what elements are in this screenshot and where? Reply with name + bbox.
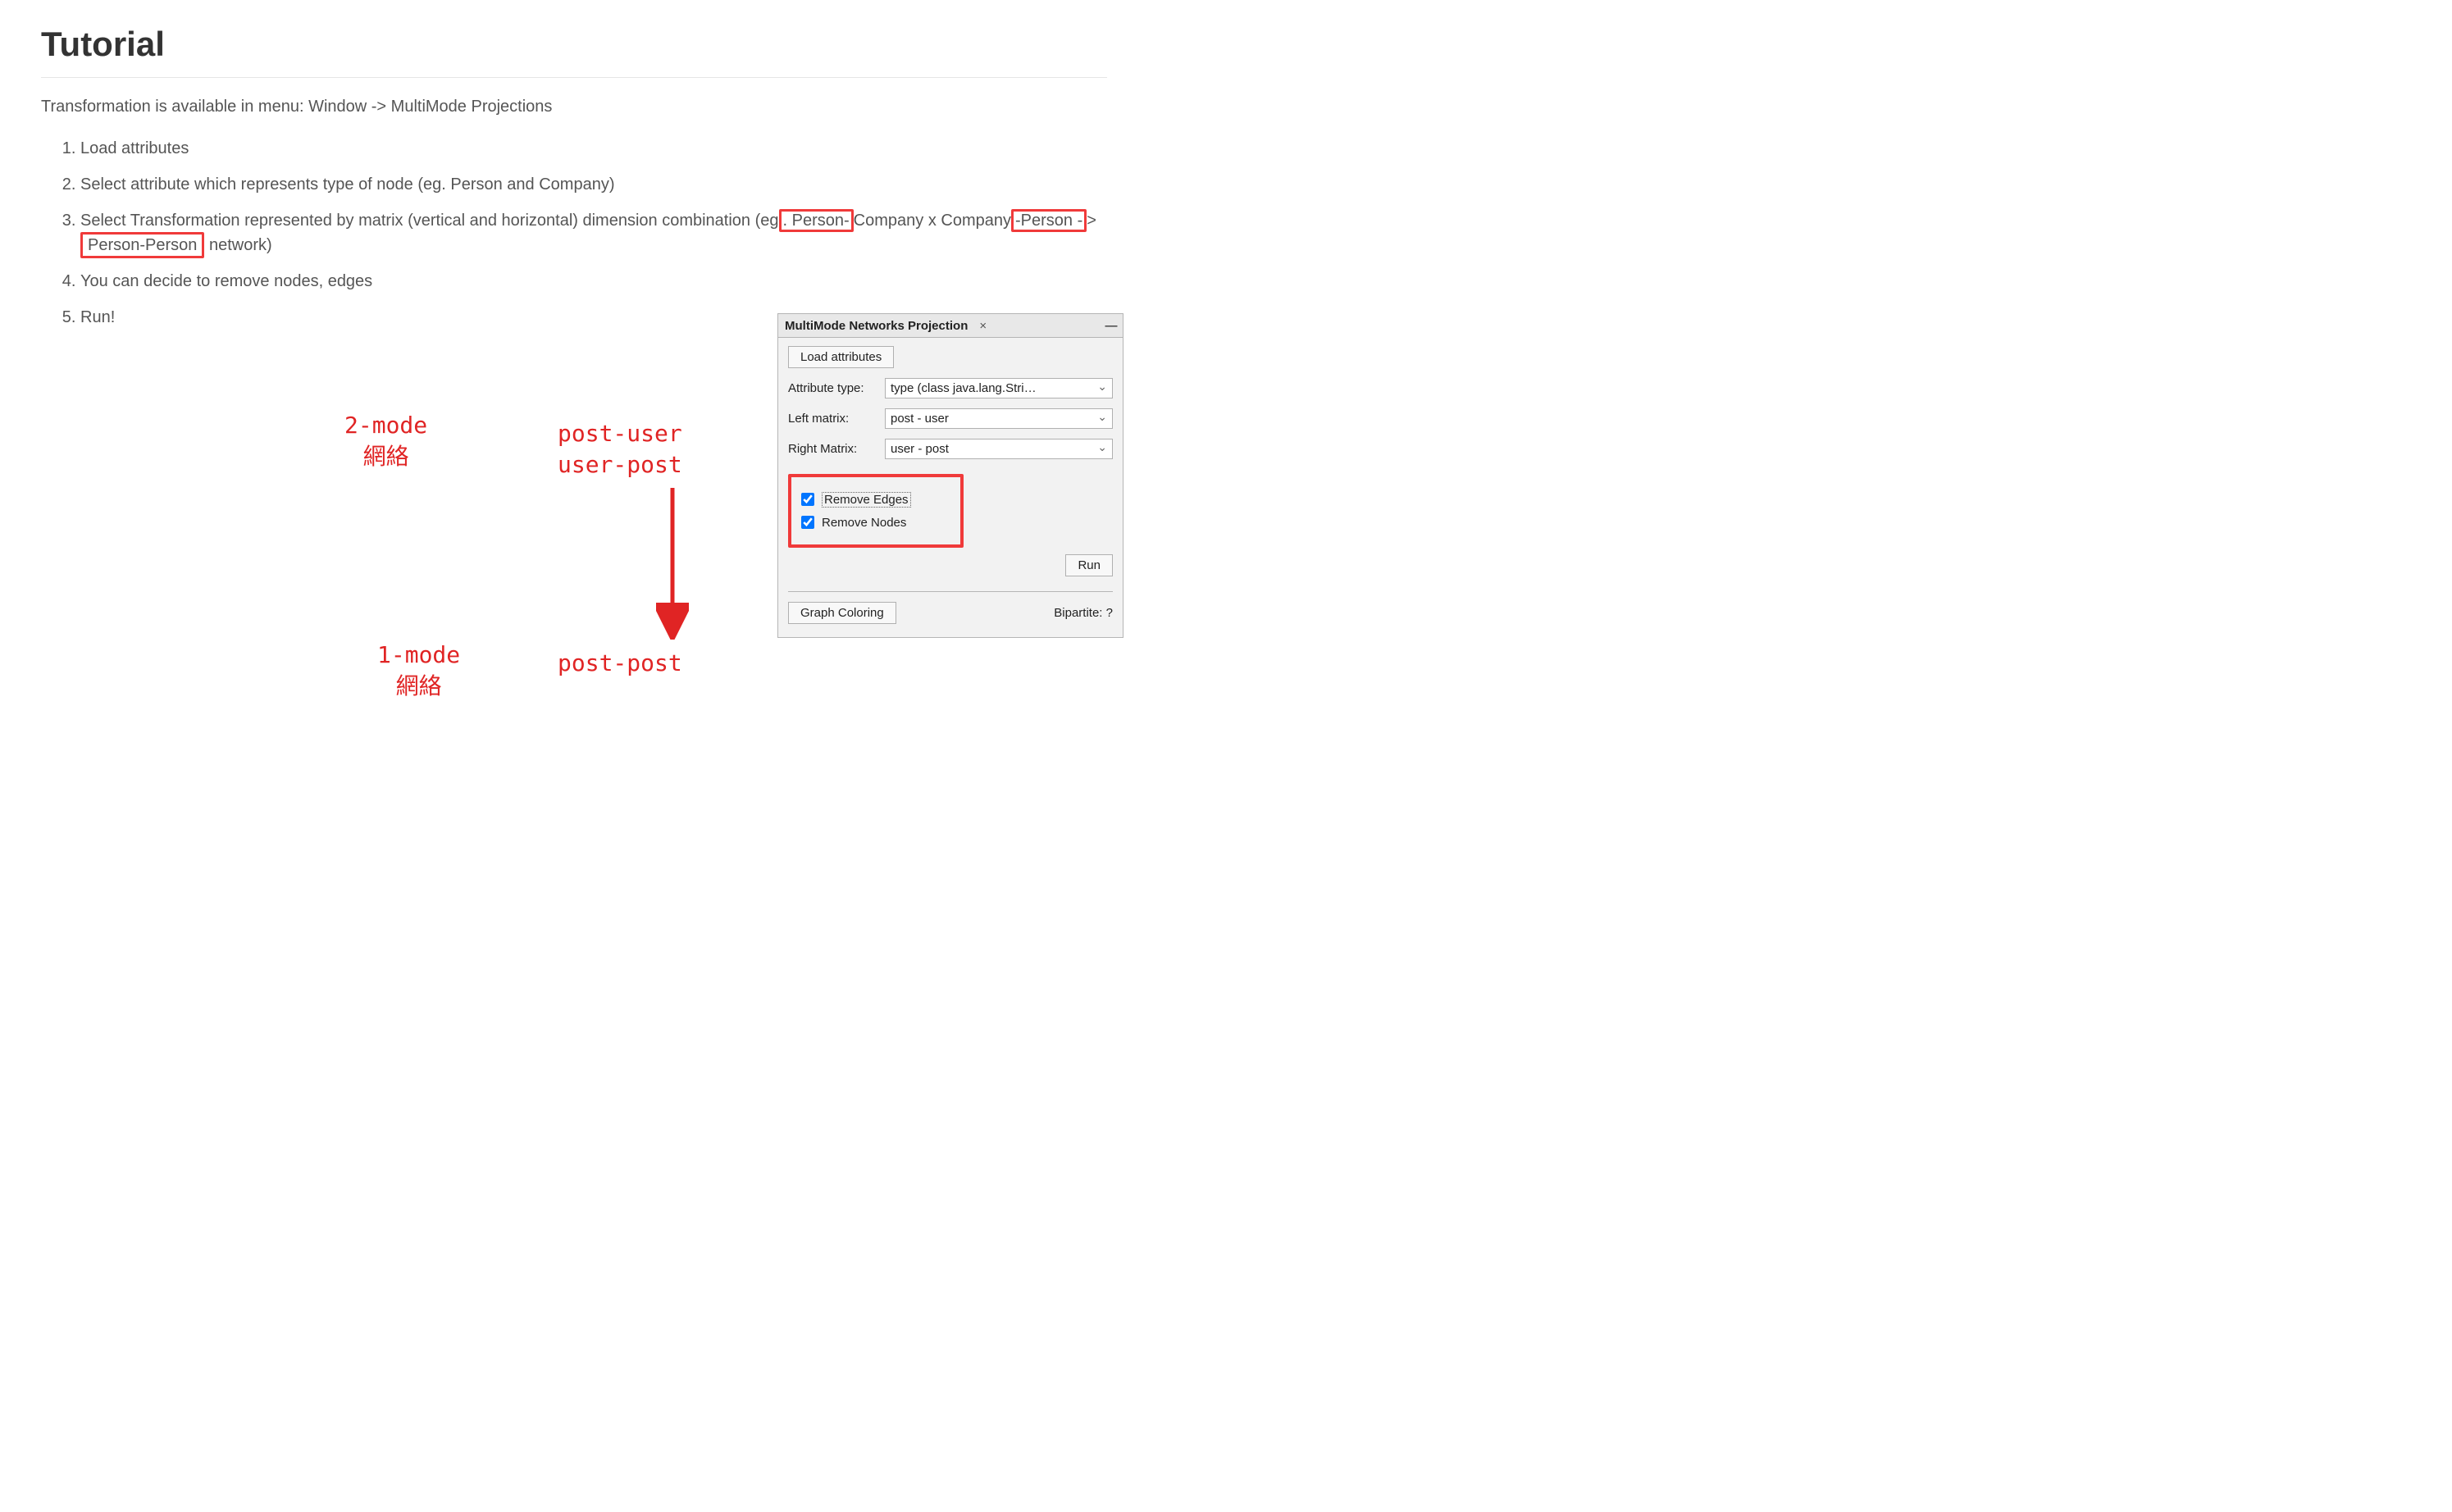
step-3-text-b: Company x Company — [854, 212, 1011, 230]
annotation-1mode: 1-mode 網絡 — [377, 640, 460, 702]
step-3: Select Transformation represented by mat… — [80, 208, 1107, 257]
highlight-person-2: -Person - — [1011, 209, 1087, 232]
annotation-2mode-line1: 2-mode — [344, 410, 427, 441]
multimode-panel: MultiMode Networks Projection × — Load a… — [777, 313, 1123, 638]
right-matrix-select[interactable]: user - post — [885, 439, 1113, 459]
annotation-1mode-line2: 網絡 — [377, 671, 460, 702]
remove-nodes-label: Remove Nodes — [822, 516, 906, 530]
bipartite-label: Bipartite: ? — [1054, 606, 1113, 620]
intro-text: Transformation is available in menu: Win… — [41, 98, 1107, 116]
highlight-person-1: . Person- — [779, 209, 854, 232]
annotation-postuser-line1: post-user — [558, 418, 682, 449]
step-3-arrow: > — [1087, 212, 1096, 230]
annotation-2mode-line2: 網絡 — [344, 441, 427, 472]
close-icon[interactable]: × — [976, 319, 990, 333]
step-4: You can decide to remove nodes, edges — [80, 269, 1107, 294]
panel-title: MultiMode Networks Projection — [782, 317, 971, 335]
remove-edges-label: Remove Edges — [822, 492, 911, 508]
page-title: Tutorial — [41, 25, 1107, 78]
step-3-text-c: network) — [204, 236, 271, 254]
step-2: Select attribute which represents type o… — [80, 172, 1107, 197]
panel-divider — [788, 591, 1113, 592]
run-button[interactable]: Run — [1065, 554, 1113, 576]
graph-coloring-button[interactable]: Graph Coloring — [788, 602, 896, 624]
step-3-text-a: Select Transformation represented by mat… — [80, 212, 779, 230]
highlight-person-person: Person-Person — [80, 232, 204, 258]
left-matrix-select[interactable]: post - user — [885, 408, 1113, 429]
attribute-type-label: Attribute type: — [788, 381, 878, 395]
annotation-postpost: post-post — [558, 648, 682, 679]
left-matrix-label: Left matrix: — [788, 412, 878, 426]
remove-options-highlight: Remove Edges Remove Nodes — [788, 474, 964, 548]
remove-edges-checkbox[interactable] — [801, 493, 814, 506]
panel-titlebar: MultiMode Networks Projection × — — [778, 314, 1123, 338]
attribute-type-select[interactable]: type (class java.lang.Stri… — [885, 378, 1113, 398]
annotation-postuser-line2: user-post — [558, 449, 682, 480]
arrow-down-icon — [656, 484, 689, 640]
step-1: Load attributes — [80, 136, 1107, 161]
annotation-postuser: post-user user-post — [558, 418, 682, 480]
load-attributes-button[interactable]: Load attributes — [788, 346, 894, 368]
right-matrix-label: Right Matrix: — [788, 442, 878, 456]
remove-nodes-checkbox[interactable] — [801, 516, 814, 529]
minimize-icon[interactable]: — — [1103, 319, 1119, 333]
annotation-2mode: 2-mode 網絡 — [344, 410, 427, 472]
steps-list: Load attributes Select attribute which r… — [41, 136, 1107, 330]
annotation-1mode-line1: 1-mode — [377, 640, 460, 671]
